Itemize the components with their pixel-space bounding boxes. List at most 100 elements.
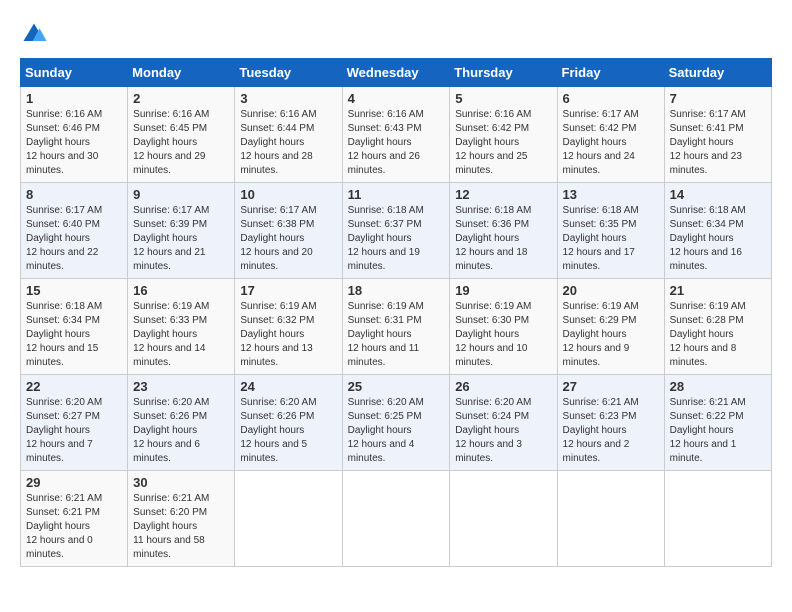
- day-number: 30: [133, 475, 229, 490]
- day-number: 2: [133, 91, 229, 106]
- day-number: 4: [348, 91, 445, 106]
- day-cell-4: 4 Sunrise: 6:16 AM Sunset: 6:43 PM Dayli…: [342, 87, 450, 183]
- day-number: 24: [240, 379, 336, 394]
- week-row-1: 8 Sunrise: 6:17 AM Sunset: 6:40 PM Dayli…: [21, 183, 772, 279]
- day-info: Sunrise: 6:20 AM Sunset: 6:24 PM Dayligh…: [455, 396, 551, 466]
- day-info: Sunrise: 6:17 AM Sunset: 6:38 PM Dayligh…: [240, 204, 336, 274]
- day-info: Sunrise: 6:20 AM Sunset: 6:26 PM Dayligh…: [240, 396, 336, 466]
- day-info: Sunrise: 6:17 AM Sunset: 6:42 PM Dayligh…: [563, 108, 659, 178]
- day-number: 6: [563, 91, 659, 106]
- day-info: Sunrise: 6:19 AM Sunset: 6:33 PM Dayligh…: [133, 300, 229, 370]
- day-number: 9: [133, 187, 229, 202]
- day-info: Sunrise: 6:21 AM Sunset: 6:20 PM Dayligh…: [133, 492, 229, 562]
- day-cell-22: 22 Sunrise: 6:20 AM Sunset: 6:27 PM Dayl…: [21, 375, 128, 471]
- day-number: 8: [26, 187, 122, 202]
- day-cell-11: 11 Sunrise: 6:18 AM Sunset: 6:37 PM Dayl…: [342, 183, 450, 279]
- day-cell-14: 14 Sunrise: 6:18 AM Sunset: 6:34 PM Dayl…: [664, 183, 771, 279]
- day-number: 18: [348, 283, 445, 298]
- day-cell-23: 23 Sunrise: 6:20 AM Sunset: 6:26 PM Dayl…: [128, 375, 235, 471]
- day-info: Sunrise: 6:20 AM Sunset: 6:27 PM Dayligh…: [26, 396, 122, 466]
- day-number: 29: [26, 475, 122, 490]
- day-number: 19: [455, 283, 551, 298]
- week-row-4: 29 Sunrise: 6:21 AM Sunset: 6:21 PM Dayl…: [21, 471, 772, 567]
- day-cell-16: 16 Sunrise: 6:19 AM Sunset: 6:33 PM Dayl…: [128, 279, 235, 375]
- day-info: Sunrise: 6:17 AM Sunset: 6:40 PM Dayligh…: [26, 204, 122, 274]
- day-cell-8: 8 Sunrise: 6:17 AM Sunset: 6:40 PM Dayli…: [21, 183, 128, 279]
- day-cell-3: 3 Sunrise: 6:16 AM Sunset: 6:44 PM Dayli…: [235, 87, 342, 183]
- day-cell-13: 13 Sunrise: 6:18 AM Sunset: 6:35 PM Dayl…: [557, 183, 664, 279]
- day-cell-17: 17 Sunrise: 6:19 AM Sunset: 6:32 PM Dayl…: [235, 279, 342, 375]
- day-info: Sunrise: 6:19 AM Sunset: 6:29 PM Dayligh…: [563, 300, 659, 370]
- header-tuesday: Tuesday: [235, 59, 342, 87]
- day-info: Sunrise: 6:17 AM Sunset: 6:39 PM Dayligh…: [133, 204, 229, 274]
- day-cell-2: 2 Sunrise: 6:16 AM Sunset: 6:45 PM Dayli…: [128, 87, 235, 183]
- day-info: Sunrise: 6:20 AM Sunset: 6:25 PM Dayligh…: [348, 396, 445, 466]
- empty-cell: [664, 471, 771, 567]
- day-number: 26: [455, 379, 551, 394]
- day-number: 23: [133, 379, 229, 394]
- day-number: 12: [455, 187, 551, 202]
- week-row-0: 1 Sunrise: 6:16 AM Sunset: 6:46 PM Dayli…: [21, 87, 772, 183]
- header-friday: Friday: [557, 59, 664, 87]
- logo: [20, 20, 52, 48]
- day-number: 16: [133, 283, 229, 298]
- day-info: Sunrise: 6:20 AM Sunset: 6:26 PM Dayligh…: [133, 396, 229, 466]
- day-number: 1: [26, 91, 122, 106]
- day-info: Sunrise: 6:21 AM Sunset: 6:21 PM Dayligh…: [26, 492, 122, 562]
- day-cell-29: 29 Sunrise: 6:21 AM Sunset: 6:21 PM Dayl…: [21, 471, 128, 567]
- day-info: Sunrise: 6:19 AM Sunset: 6:28 PM Dayligh…: [670, 300, 766, 370]
- day-info: Sunrise: 6:19 AM Sunset: 6:30 PM Dayligh…: [455, 300, 551, 370]
- day-info: Sunrise: 6:21 AM Sunset: 6:22 PM Dayligh…: [670, 396, 766, 466]
- day-cell-21: 21 Sunrise: 6:19 AM Sunset: 6:28 PM Dayl…: [664, 279, 771, 375]
- day-number: 28: [670, 379, 766, 394]
- day-cell-10: 10 Sunrise: 6:17 AM Sunset: 6:38 PM Dayl…: [235, 183, 342, 279]
- day-number: 7: [670, 91, 766, 106]
- header-thursday: Thursday: [450, 59, 557, 87]
- header-sunday: Sunday: [21, 59, 128, 87]
- day-info: Sunrise: 6:16 AM Sunset: 6:45 PM Dayligh…: [133, 108, 229, 178]
- day-info: Sunrise: 6:16 AM Sunset: 6:44 PM Dayligh…: [240, 108, 336, 178]
- week-row-3: 22 Sunrise: 6:20 AM Sunset: 6:27 PM Dayl…: [21, 375, 772, 471]
- day-info: Sunrise: 6:18 AM Sunset: 6:36 PM Dayligh…: [455, 204, 551, 274]
- header-row: SundayMondayTuesdayWednesdayThursdayFrid…: [21, 59, 772, 87]
- day-cell-30: 30 Sunrise: 6:21 AM Sunset: 6:20 PM Dayl…: [128, 471, 235, 567]
- empty-cell: [557, 471, 664, 567]
- day-cell-6: 6 Sunrise: 6:17 AM Sunset: 6:42 PM Dayli…: [557, 87, 664, 183]
- header-monday: Monday: [128, 59, 235, 87]
- day-number: 25: [348, 379, 445, 394]
- day-cell-7: 7 Sunrise: 6:17 AM Sunset: 6:41 PM Dayli…: [664, 87, 771, 183]
- day-info: Sunrise: 6:16 AM Sunset: 6:46 PM Dayligh…: [26, 108, 122, 178]
- day-cell-12: 12 Sunrise: 6:18 AM Sunset: 6:36 PM Dayl…: [450, 183, 557, 279]
- empty-cell: [342, 471, 450, 567]
- day-number: 13: [563, 187, 659, 202]
- day-info: Sunrise: 6:19 AM Sunset: 6:32 PM Dayligh…: [240, 300, 336, 370]
- empty-cell: [450, 471, 557, 567]
- logo-icon: [20, 20, 48, 48]
- day-info: Sunrise: 6:18 AM Sunset: 6:34 PM Dayligh…: [26, 300, 122, 370]
- calendar-table: SundayMondayTuesdayWednesdayThursdayFrid…: [20, 58, 772, 567]
- header-saturday: Saturday: [664, 59, 771, 87]
- day-number: 22: [26, 379, 122, 394]
- day-cell-26: 26 Sunrise: 6:20 AM Sunset: 6:24 PM Dayl…: [450, 375, 557, 471]
- day-cell-27: 27 Sunrise: 6:21 AM Sunset: 6:23 PM Dayl…: [557, 375, 664, 471]
- page-header: [20, 20, 772, 48]
- day-number: 17: [240, 283, 336, 298]
- day-number: 5: [455, 91, 551, 106]
- day-cell-5: 5 Sunrise: 6:16 AM Sunset: 6:42 PM Dayli…: [450, 87, 557, 183]
- day-number: 11: [348, 187, 445, 202]
- week-row-2: 15 Sunrise: 6:18 AM Sunset: 6:34 PM Dayl…: [21, 279, 772, 375]
- day-cell-20: 20 Sunrise: 6:19 AM Sunset: 6:29 PM Dayl…: [557, 279, 664, 375]
- day-info: Sunrise: 6:17 AM Sunset: 6:41 PM Dayligh…: [670, 108, 766, 178]
- day-number: 15: [26, 283, 122, 298]
- day-info: Sunrise: 6:18 AM Sunset: 6:35 PM Dayligh…: [563, 204, 659, 274]
- day-cell-1: 1 Sunrise: 6:16 AM Sunset: 6:46 PM Dayli…: [21, 87, 128, 183]
- empty-cell: [235, 471, 342, 567]
- day-info: Sunrise: 6:21 AM Sunset: 6:23 PM Dayligh…: [563, 396, 659, 466]
- day-cell-19: 19 Sunrise: 6:19 AM Sunset: 6:30 PM Dayl…: [450, 279, 557, 375]
- day-number: 20: [563, 283, 659, 298]
- day-cell-28: 28 Sunrise: 6:21 AM Sunset: 6:22 PM Dayl…: [664, 375, 771, 471]
- day-number: 21: [670, 283, 766, 298]
- day-info: Sunrise: 6:19 AM Sunset: 6:31 PM Dayligh…: [348, 300, 445, 370]
- day-info: Sunrise: 6:16 AM Sunset: 6:42 PM Dayligh…: [455, 108, 551, 178]
- day-cell-24: 24 Sunrise: 6:20 AM Sunset: 6:26 PM Dayl…: [235, 375, 342, 471]
